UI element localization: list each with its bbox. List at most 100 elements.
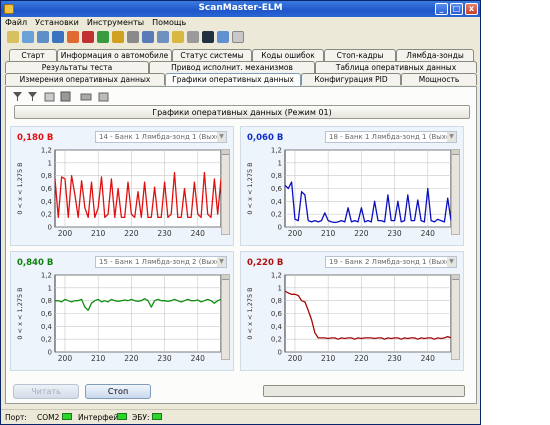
menu-settings[interactable]: Установки — [31, 17, 83, 27]
y-tick-label: 1 — [278, 284, 282, 292]
system-status-icon[interactable] — [37, 31, 49, 43]
tab-live-table[interactable]: Таблица оперативных данных — [315, 61, 477, 73]
y-tick-label: 1 — [48, 284, 52, 292]
vertical-slider[interactable] — [451, 149, 460, 235]
port-label: Порт: — [5, 413, 27, 422]
line-chart: 0 0,2 0,4 0,6 0,8 1 1,2 200 210 220 230 240 0 < x < … — [246, 272, 452, 363]
y-axis-label: 0 < x < 1,275 В — [16, 287, 24, 339]
menu-bar: Файл Установки Инструменты Помощь — [1, 17, 480, 29]
y-tick-label: 0,6 — [41, 185, 53, 193]
vehicle-info-icon[interactable] — [22, 31, 34, 43]
help-icon[interactable] — [232, 31, 244, 43]
y-tick-label: 1,2 — [271, 272, 282, 280]
close-button[interactable]: x — [465, 3, 478, 15]
filter-add-icon[interactable] — [13, 92, 22, 101]
x-tick-label: 200 — [58, 354, 73, 363]
maximize-button[interactable]: □ — [450, 3, 463, 15]
y-axis-label: 0 < x < 1,275 В — [16, 162, 24, 214]
title-bar: ScanMaster-ELM _ □ x — [1, 1, 480, 17]
x-tick-label: 240 — [191, 229, 206, 238]
read-button[interactable]: Читать — [13, 384, 79, 399]
port-status-led — [62, 413, 72, 420]
stop-button[interactable]: Стоп — [85, 384, 151, 399]
y-tick-label: 1,2 — [41, 272, 52, 280]
terminal-icon[interactable] — [202, 31, 214, 43]
o2-sensor-icon[interactable] — [82, 31, 94, 43]
menu-file[interactable]: Файл — [1, 17, 31, 27]
tab-system-status[interactable]: Статус системы — [172, 49, 252, 61]
tab-pid-config[interactable]: Конфигурация PID — [301, 73, 401, 85]
info-icon[interactable] — [217, 31, 229, 43]
minimize-button[interactable]: _ — [435, 3, 448, 15]
print-preview-icon[interactable] — [98, 92, 109, 102]
slider-thumb[interactable] — [452, 275, 459, 280]
y-tick-label: 1 — [278, 159, 282, 167]
tab-row-1: Старт Информация о автомобиле Статус сис… — [5, 49, 477, 61]
x-tick-label: 220 — [124, 229, 139, 238]
pid-config-icon[interactable] — [127, 31, 139, 43]
y-tick-label: 0 — [278, 224, 282, 232]
save-icon[interactable] — [60, 91, 71, 102]
x-tick-label: 240 — [421, 229, 436, 238]
y-tick-label: 0,6 — [271, 310, 283, 318]
x-tick-label: 210 — [321, 354, 336, 363]
panel-header: Графики оперативных данных (Режим 01) — [14, 105, 470, 119]
chart-panel-1: 0,180 В 14 - Банк 1 Лямбда-зонд 1 (Выход… — [10, 126, 234, 246]
y-tick-label: 0 — [278, 349, 282, 357]
toolbar — [5, 29, 475, 47]
dtc-icon[interactable] — [52, 31, 64, 43]
x-tick-label: 230 — [387, 354, 402, 363]
test-results-icon[interactable] — [97, 31, 109, 43]
graphs-panel: Графики оперативных данных (Режим 01) 0,… — [5, 86, 477, 404]
filter-remove-icon[interactable] — [28, 92, 37, 101]
slider-thumb[interactable] — [452, 150, 459, 155]
power-icon[interactable] — [112, 31, 124, 43]
y-tick-label: 0,8 — [271, 297, 282, 305]
menu-help[interactable]: Помощь — [148, 17, 190, 27]
vertical-slider[interactable] — [221, 149, 230, 235]
tab-vehicle-info[interactable]: Информация о автомобиле — [57, 49, 172, 61]
print-icon[interactable] — [80, 93, 92, 101]
x-tick-label: 210 — [321, 229, 336, 238]
window-title: ScanMaster-ELM — [198, 3, 283, 13]
y-tick-label: 0,4 — [41, 323, 53, 331]
settings-icon[interactable] — [187, 31, 199, 43]
x-tick-label: 200 — [288, 229, 303, 238]
tab-dtc[interactable]: Коды ошибок — [252, 49, 324, 61]
tab-actuators[interactable]: Привод исполнит. механизмов — [149, 61, 315, 73]
y-tick-label: 1,2 — [271, 147, 282, 155]
tab-row-2: Результаты теста Привод исполнит. механи… — [5, 61, 477, 73]
y-tick-label: 1 — [48, 159, 52, 167]
live-data-icon[interactable] — [142, 31, 154, 43]
open-icon[interactable] — [44, 92, 55, 102]
actuator-icon[interactable] — [172, 31, 184, 43]
x-tick-label: 240 — [191, 354, 206, 363]
chart-icon[interactable] — [157, 31, 169, 43]
line-chart: 0 0,2 0,4 0,6 0,8 1 1,2 200 210 220 230 240 0 < x < … — [16, 147, 222, 238]
tab-o2-sensors[interactable]: Лямбда-зонды — [396, 49, 474, 61]
x-tick-label: 210 — [91, 354, 106, 363]
status-bar: Порт: COM2 Интерфейс: ЭБУ: — [1, 409, 480, 424]
tab-live-measurements[interactable]: Измерения оперативных данных — [5, 73, 165, 85]
freeze-frame-icon[interactable] — [67, 31, 79, 43]
x-tick-label: 230 — [387, 229, 402, 238]
tab-freeze-frames[interactable]: Стоп-кадры — [324, 49, 396, 61]
slider-thumb[interactable] — [222, 150, 229, 155]
tab-start[interactable]: Старт — [9, 49, 57, 61]
line-chart: 0 0,2 0,4 0,6 0,8 1 1,2 200 210 220 230 240 0 < x < … — [16, 272, 222, 363]
main-window: ScanMaster-ELM _ □ x Файл Установки Инстру… — [0, 0, 481, 425]
menu-tools[interactable]: Инструменты — [83, 17, 148, 27]
vertical-slider[interactable] — [221, 274, 230, 360]
tab-live-graphs[interactable]: Графики оперативных данных — [165, 73, 301, 86]
tab-power[interactable]: Мощность — [401, 73, 477, 85]
slider-thumb[interactable] — [222, 275, 229, 280]
y-tick-label: 0 — [48, 349, 52, 357]
x-tick-label: 220 — [124, 354, 139, 363]
tab-row-3: Измерения оперативных данных Графики опе… — [5, 73, 477, 86]
connect-icon[interactable] — [7, 31, 19, 43]
vertical-slider[interactable] — [451, 274, 460, 360]
tab-test-results[interactable]: Результаты теста — [5, 61, 149, 73]
y-tick-label: 0,6 — [41, 310, 53, 318]
chart-panel-4: 0,220 В 19 - Банк 2 Лямбда-зонд 1 (Выход… — [240, 251, 464, 371]
progress-fill — [264, 386, 464, 396]
